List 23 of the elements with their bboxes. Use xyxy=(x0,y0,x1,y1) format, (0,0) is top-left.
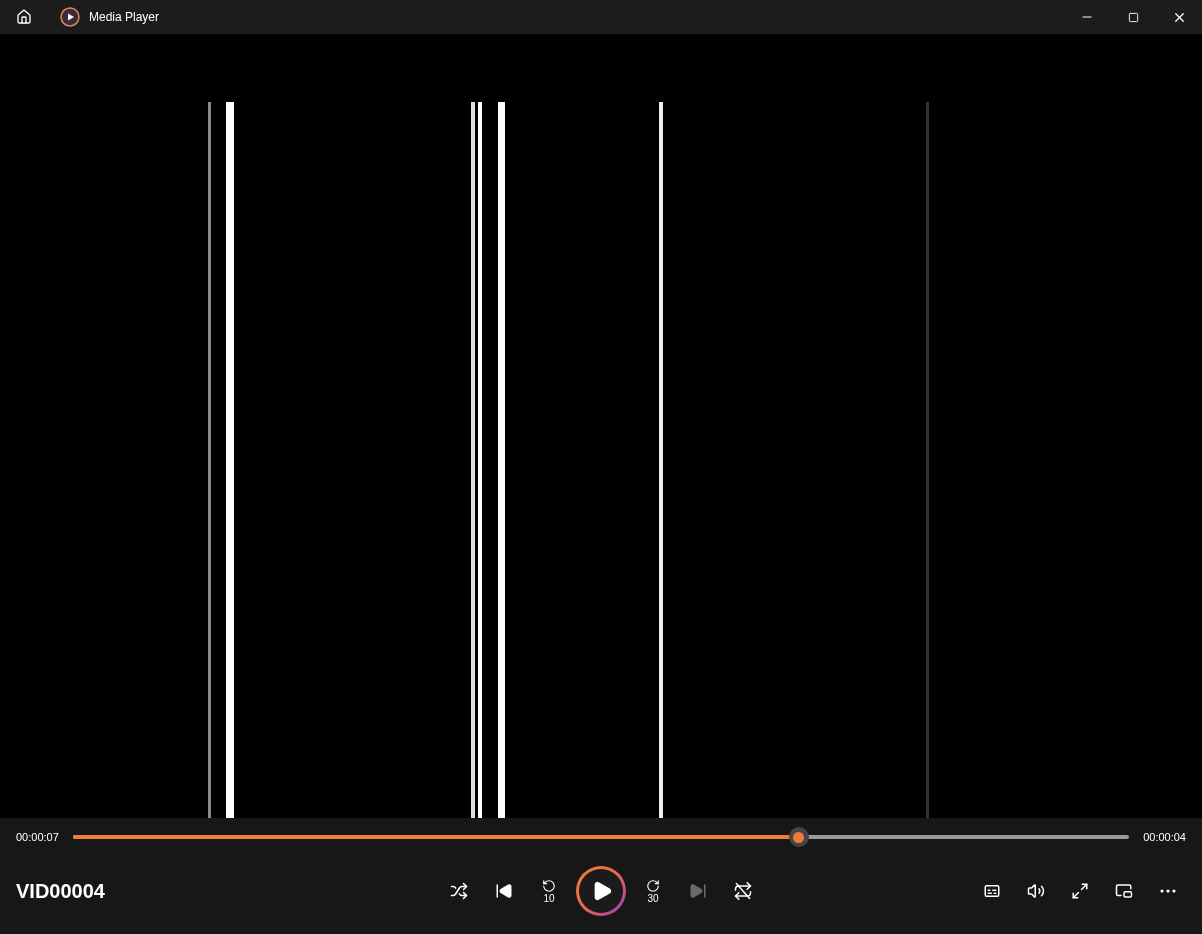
media-title: VID00004 xyxy=(16,879,106,904)
home-icon xyxy=(16,9,32,25)
seek-thumb[interactable] xyxy=(788,827,809,847)
maximize-icon xyxy=(1127,11,1139,23)
app-logo-icon xyxy=(60,7,80,27)
seek-slider[interactable] xyxy=(72,827,1130,847)
more-icon xyxy=(1160,889,1176,893)
elapsed-time: 00:00:07 xyxy=(16,829,59,845)
captions-icon xyxy=(983,882,1001,900)
remaining-time: 00:00:04 xyxy=(1143,829,1186,845)
rotate-arrow-icon xyxy=(646,878,660,893)
expand-icon xyxy=(1071,882,1089,900)
repeat-off-icon xyxy=(733,881,753,901)
window-title: Media Player xyxy=(89,9,160,26)
shuffle-icon xyxy=(450,882,468,900)
skip-back-icon xyxy=(495,882,513,900)
volume-icon xyxy=(1027,882,1045,900)
skip-forward-icon xyxy=(689,882,707,900)
rotate-arrow-icon xyxy=(542,878,556,893)
fast-forward-button[interactable]: 30 xyxy=(631,869,675,913)
play-button[interactable] xyxy=(576,866,626,916)
rewind-button[interactable]: 10 xyxy=(527,869,571,913)
mini-player-icon xyxy=(1115,882,1133,900)
